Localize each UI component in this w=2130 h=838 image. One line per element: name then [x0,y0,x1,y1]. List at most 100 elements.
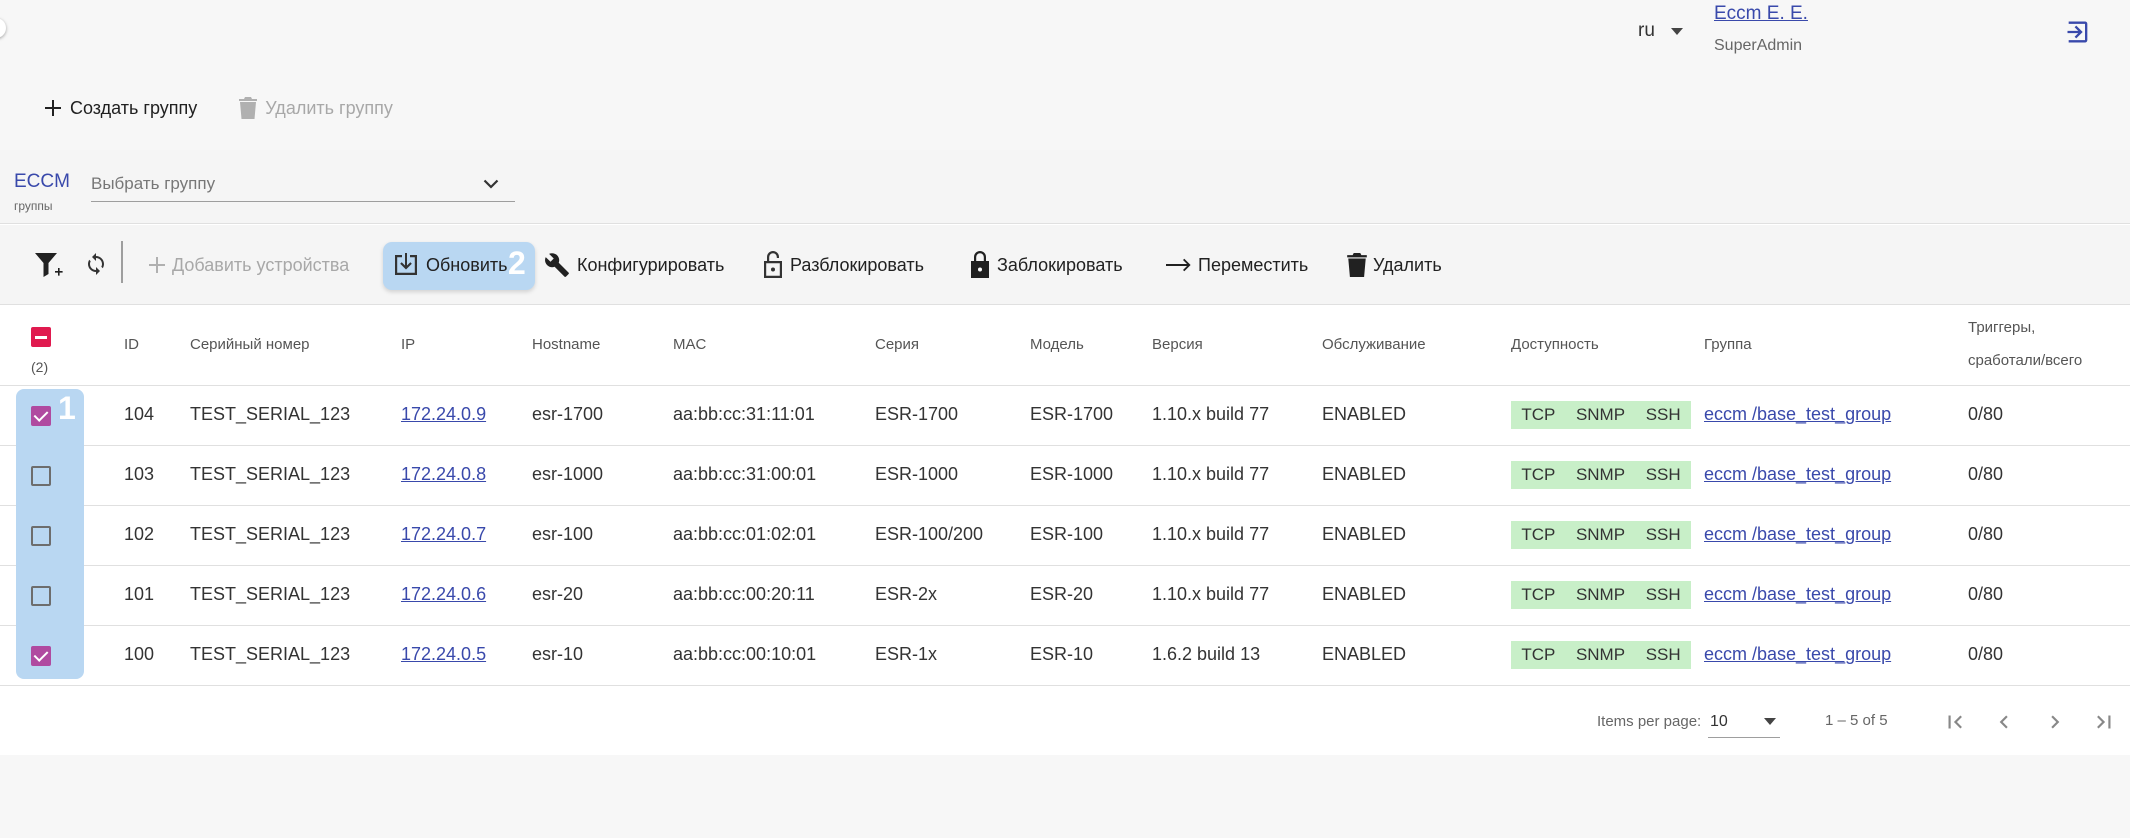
language-value: ru [1638,20,1655,41]
cell-series: ESR-1x [875,644,938,664]
sync-icon[interactable] [84,251,108,277]
delete-label: Удалить [1373,254,1442,275]
last-page-icon[interactable] [2091,709,2117,735]
delete-group-button[interactable]: Удалить группу [239,97,393,119]
group-select[interactable]: Выбрать группу [91,167,515,202]
first-page-icon[interactable] [1942,709,1968,735]
table-row[interactable]: 101 TEST_SERIAL_123 172.24.0.6 esr-20 aa:bb:… [0,566,2130,626]
trash-icon [1347,253,1367,277]
availability-protocol: SSH [1645,645,1681,664]
next-page-icon[interactable] [2042,709,2068,735]
trash-icon [239,97,258,119]
cell-mac: aa:bb:cc:31:11:01 [673,404,815,424]
group-select-placeholder: Выбрать группу [91,174,216,193]
group-actions: Создать группу Удалить группу [44,97,393,119]
cell-group-link[interactable]: eccm /base_test_group [1704,404,1891,425]
devices-panel: ECCM группы Выбрать группу Добавить устр… [0,150,2130,755]
unlock-icon [764,251,782,278]
cell-serial: TEST_SERIAL_123 [190,464,351,484]
table-row[interactable]: 102 TEST_SERIAL_123 172.24.0.7 esr-100 aa:bb… [0,506,2130,566]
availability-protocol: SNMP [1575,465,1626,484]
cell-model: ESR-1700 [1030,404,1114,424]
cell-ip-link[interactable]: 172.24.0.6 [401,584,486,605]
language-selector[interactable]: ru [1638,20,1683,42]
plus-icon [45,100,61,116]
column-header-group[interactable]: Группа [1704,336,1752,353]
availability-protocol: SSH [1645,465,1681,484]
availability-protocol: TCP [1521,585,1556,604]
row-checkbox[interactable] [31,406,51,426]
delete-button[interactable]: Удалить [1347,247,1442,283]
configure-label: Конфигурировать [577,254,725,275]
row-checkbox[interactable] [31,526,51,546]
column-header-hostname[interactable]: Hostname [532,336,600,353]
lock-button[interactable]: Заблокировать [969,247,1123,283]
cell-mac: aa:bb:cc:00:10:01 [673,644,817,664]
cell-model: ESR-100 [1030,524,1104,544]
column-header-availability[interactable]: Доступность [1511,336,1599,353]
group-root-title: ECCM [14,171,70,192]
refresh-button[interactable]: Обновить [392,247,508,283]
cell-group-link[interactable]: eccm /base_test_group [1704,584,1891,605]
row-checkbox[interactable] [31,586,51,606]
availability-protocol: SNMP [1575,645,1626,664]
configure-button[interactable]: Конфигурировать [543,247,724,283]
cell-ip-link[interactable]: 172.24.0.7 [401,524,486,545]
wrench-icon [545,253,569,277]
arrow-right-icon [1166,258,1191,272]
row-checkbox[interactable] [31,646,51,666]
caret-down-icon [1670,27,1683,35]
table-row[interactable]: 100 TEST_SERIAL_123 172.24.0.5 esr-10 aa:bb:… [0,626,2130,686]
cell-ip-link[interactable]: 172.24.0.5 [401,644,486,665]
delete-group-label: Удалить группу [265,97,393,118]
availability-protocol: SSH [1645,525,1681,544]
cell-hostname: esr-10 [532,644,584,664]
filter-add-icon[interactable] [34,252,64,280]
cell-id: 104 [124,404,155,424]
cell-hostname: esr-1700 [532,404,604,424]
unlock-label: Разблокировать [790,254,925,275]
cell-service: ENABLED [1322,644,1407,664]
cell-ip-link[interactable]: 172.24.0.9 [401,404,486,425]
cell-triggers: 0/80 [1968,464,2004,484]
row-checkbox[interactable] [31,466,51,486]
callout-2: 2 [508,245,526,281]
column-header-id[interactable]: ID [124,336,139,353]
create-group-button[interactable]: Создать группу [44,98,197,119]
user-role: SuperAdmin [1714,37,1803,54]
column-header-triggers-line1[interactable]: Триггеры, [1968,319,2035,336]
nav-toggle-button[interactable] [0,18,6,38]
items-per-page-select[interactable]: 10 [1708,706,1780,738]
column-header-serial[interactable]: Серийный номер [190,336,310,353]
column-header-model[interactable]: Модель [1030,336,1084,353]
user-name-link[interactable]: Eccm E. E. [1714,3,1808,25]
add-devices-button[interactable]: Добавить устройства [148,247,349,283]
cell-group-link[interactable]: eccm /base_test_group [1704,644,1891,665]
cell-series: ESR-1700 [875,404,959,424]
table-row[interactable]: 104 TEST_SERIAL_123 172.24.0.9 esr-1700 aa:b… [0,386,2130,446]
table-row[interactable]: 103 TEST_SERIAL_123 172.24.0.8 esr-1000 aa:b… [0,446,2130,506]
column-header-mac[interactable]: MAC [673,336,706,353]
column-header-series[interactable]: Серия [875,336,919,353]
cell-service: ENABLED [1322,524,1407,544]
cell-version: 1.10.x build 77 [1152,524,1270,544]
column-header-version[interactable]: Версия [1152,336,1203,353]
move-button[interactable]: Переместить [1166,247,1308,283]
cell-group-link[interactable]: eccm /base_test_group [1704,524,1891,545]
select-all-checkbox[interactable] [31,327,51,347]
logout-icon[interactable] [2064,18,2092,46]
cell-service: ENABLED [1322,404,1407,424]
unlock-button[interactable]: Разблокировать [762,247,924,283]
column-header-ip[interactable]: IP [401,336,415,353]
cell-series: ESR-100/200 [875,524,984,544]
column-header-service[interactable]: Обслуживание [1322,336,1426,353]
selected-count: (2) [31,359,49,375]
move-label: Переместить [1198,254,1309,275]
availability-protocol: TCP [1521,525,1556,544]
prev-page-icon[interactable] [1991,709,2017,735]
cell-ip-link[interactable]: 172.24.0.8 [401,464,486,485]
group-root-subtitle: группы [14,199,53,213]
cell-group-link[interactable]: eccm /base_test_group [1704,464,1891,485]
download-icon [395,253,417,275]
refresh-label: Обновить [426,254,508,275]
